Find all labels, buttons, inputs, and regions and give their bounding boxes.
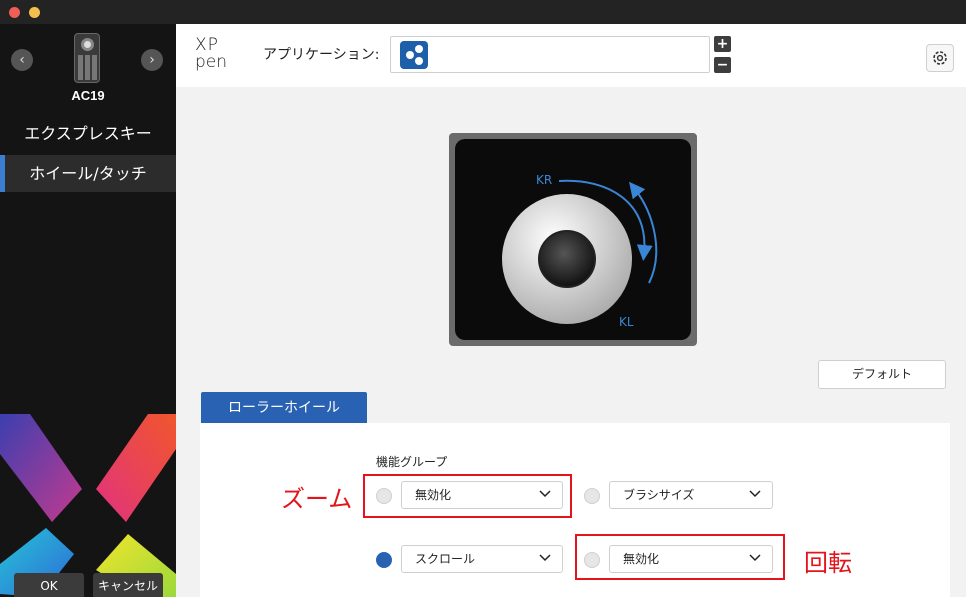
remove-application-button[interactable]: − [714, 57, 731, 73]
scroll-function-value: スクロール [415, 552, 476, 566]
sidebar-item-wheel-touch[interactable]: ホイール/タッチ [0, 155, 176, 192]
sidebar-item-express-keys[interactable]: エクスプレスキー [0, 115, 176, 152]
minimize-window-button[interactable] [29, 7, 40, 18]
device-name: AC19 [71, 88, 105, 103]
chevron-down-icon [749, 490, 761, 498]
next-device-button[interactable]: › [141, 49, 163, 71]
kr-label: KR [536, 173, 552, 187]
application-label: アプリケーション: [263, 47, 380, 63]
add-application-button[interactable]: + [714, 36, 731, 52]
brand-line1: XP [195, 35, 219, 55]
brand-logo-art [0, 414, 176, 597]
header-bar: XP pen アプリケーション: + − [176, 24, 966, 87]
function-group-label: 機能グループ [376, 455, 448, 469]
prev-device-button[interactable]: ‹ [11, 49, 33, 71]
chevron-down-icon [539, 554, 551, 562]
brush-size-select[interactable]: ブラシサイズ [609, 481, 773, 509]
window-titlebar [0, 0, 966, 24]
tab-roller-wheel[interactable]: ローラーホイール [201, 392, 367, 424]
xppen-logo: XP pen [195, 37, 235, 73]
zoom-highlight-box [363, 474, 572, 518]
brush-size-value: ブラシサイズ [623, 488, 695, 502]
scroll-function-select[interactable]: スクロール [401, 545, 563, 573]
dial-device-image: KR KL [449, 133, 697, 346]
radio-brush-size[interactable] [584, 488, 600, 504]
sidebar: ‹ › AC19 エクスプレスキー ホイール/タッチ OK キャンセル [0, 24, 176, 597]
default-button[interactable]: デフォルト [818, 360, 946, 389]
cancel-button[interactable]: キャンセル [93, 573, 163, 597]
gear-icon[interactable] [926, 44, 954, 72]
rotate-highlight-box [575, 534, 785, 580]
ok-button[interactable]: OK [14, 573, 84, 597]
kl-label: KL [619, 315, 634, 329]
application-selector[interactable] [390, 36, 710, 73]
zoom-annotation: ズーム [281, 485, 353, 513]
close-window-button[interactable] [9, 7, 20, 18]
device-icon [74, 33, 100, 83]
brand-line2: pen [195, 52, 228, 72]
radio-scroll[interactable] [376, 552, 392, 568]
app-icon[interactable] [400, 41, 428, 69]
rotate-annotation: 回転 [804, 549, 852, 577]
